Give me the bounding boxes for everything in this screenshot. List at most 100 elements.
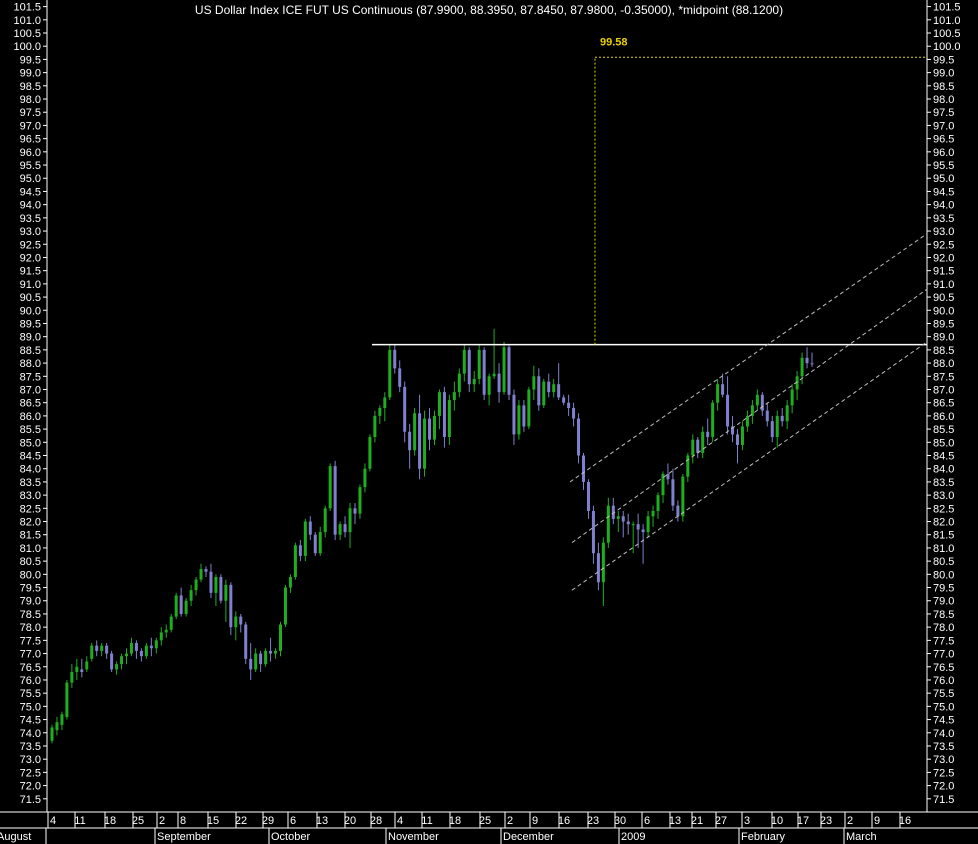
y-tick-label-left: 78.0 bbox=[20, 622, 41, 634]
candle-body bbox=[333, 466, 337, 535]
candle-body bbox=[229, 584, 233, 628]
x-day-label: 25 bbox=[479, 815, 491, 827]
x-day-label: 17 bbox=[797, 815, 809, 827]
candle-body bbox=[596, 553, 600, 583]
y-tick-label-right: 80.5 bbox=[933, 556, 954, 568]
candle-body bbox=[274, 650, 278, 654]
y-tick-label-left: 90.0 bbox=[20, 305, 41, 317]
candle-body bbox=[50, 727, 54, 741]
candle-body bbox=[85, 661, 89, 670]
candle-body bbox=[120, 656, 124, 665]
y-tick-label-right: 72.0 bbox=[933, 781, 954, 793]
candle-body bbox=[572, 407, 576, 419]
y-tick-label-left: 82.5 bbox=[20, 503, 41, 515]
candle-body bbox=[586, 481, 590, 511]
y-tick-label-left: 81.0 bbox=[20, 543, 41, 555]
y-tick-label-left: 87.5 bbox=[20, 371, 41, 383]
y-tick-label-right: 81.5 bbox=[933, 530, 954, 542]
candle-body bbox=[254, 653, 258, 670]
candle-body bbox=[497, 373, 501, 393]
channel-line bbox=[571, 288, 928, 544]
candle-body bbox=[318, 532, 322, 554]
y-tick-label-left: 95.0 bbox=[20, 173, 41, 185]
candle-body bbox=[457, 373, 461, 393]
y-tick-label-left: 90.5 bbox=[20, 292, 41, 304]
y-tick-label-right: 94.0 bbox=[933, 200, 954, 212]
x-day-label: 6 bbox=[644, 815, 650, 827]
candle-body bbox=[204, 569, 208, 572]
y-tick-label-right: 90.5 bbox=[933, 292, 954, 304]
channel-line bbox=[569, 233, 928, 483]
y-tick-label-right: 91.0 bbox=[933, 279, 954, 291]
candle-body bbox=[179, 595, 183, 614]
x-day-label: 27 bbox=[715, 815, 727, 827]
candle-body bbox=[278, 624, 282, 651]
y-tick-label-left: 84.0 bbox=[20, 464, 41, 476]
y-tick-label-right: 101.0 bbox=[933, 15, 961, 27]
x-day-label: 6 bbox=[290, 815, 296, 827]
y-tick-label-right: 82.0 bbox=[933, 517, 954, 529]
y-tick-label-left: 85.5 bbox=[20, 424, 41, 436]
candle-body bbox=[567, 402, 571, 408]
y-tick-label-left: 80.0 bbox=[20, 569, 41, 581]
candle-body bbox=[60, 714, 64, 725]
x-day-label: 22 bbox=[235, 815, 247, 827]
candle-body bbox=[770, 421, 774, 438]
y-tick-label-right: 79.5 bbox=[933, 583, 954, 595]
y-tick-label-left: 79.5 bbox=[20, 583, 41, 595]
y-tick-label-left: 87.0 bbox=[20, 384, 41, 396]
candle-body bbox=[790, 389, 794, 406]
y-tick-label-right: 76.5 bbox=[933, 662, 954, 674]
candle-body bbox=[100, 645, 104, 651]
x-month-label: March bbox=[846, 831, 877, 843]
y-tick-label-left: 99.5 bbox=[20, 54, 41, 66]
y-tick-label-right: 86.0 bbox=[933, 411, 954, 423]
candle-body bbox=[755, 394, 759, 406]
y-tick-label-right: 86.5 bbox=[933, 398, 954, 410]
y-tick-label-left: 101.5 bbox=[13, 2, 41, 14]
candle-body bbox=[234, 616, 238, 628]
candle-body bbox=[288, 576, 292, 588]
x-day-label: 21 bbox=[691, 815, 703, 827]
candle-body bbox=[472, 378, 476, 385]
x-day-label: 13 bbox=[316, 815, 328, 827]
candle-body bbox=[785, 405, 789, 422]
candle-body bbox=[428, 418, 432, 440]
y-tick-label-right: 82.5 bbox=[933, 503, 954, 515]
y-tick-label-right: 92.5 bbox=[933, 239, 954, 251]
candle-body bbox=[681, 476, 685, 517]
y-tick-label-right: 100.5 bbox=[933, 28, 961, 40]
y-tick-label-right: 97.0 bbox=[933, 120, 954, 132]
y-tick-label-right: 96.0 bbox=[933, 147, 954, 159]
candle-body bbox=[706, 431, 710, 438]
x-day-label: 23 bbox=[587, 815, 599, 827]
y-tick-label-right: 95.0 bbox=[933, 173, 954, 185]
candle-body bbox=[134, 642, 138, 651]
y-tick-label-left: 100.0 bbox=[13, 41, 41, 53]
y-tick-label-right: 101.5 bbox=[933, 2, 961, 14]
y-tick-label-left: 74.5 bbox=[20, 715, 41, 727]
candle-body bbox=[115, 664, 119, 670]
candle-body bbox=[239, 616, 243, 625]
candle-body bbox=[562, 397, 566, 403]
candle-body bbox=[606, 505, 610, 543]
candle-body bbox=[477, 349, 481, 379]
candle-body bbox=[398, 368, 402, 387]
candle-body bbox=[129, 642, 133, 654]
y-tick-label-right: 94.5 bbox=[933, 186, 954, 198]
x-day-label: 16 bbox=[899, 815, 911, 827]
y-tick-label-left: 77.0 bbox=[20, 649, 41, 661]
candle-body bbox=[139, 650, 143, 657]
x-day-label: 29 bbox=[262, 815, 274, 827]
x-day-label: 25 bbox=[132, 815, 144, 827]
candle-body bbox=[368, 437, 372, 469]
y-tick-label-left: 83.0 bbox=[20, 490, 41, 502]
y-tick-label-left: 82.0 bbox=[20, 517, 41, 529]
x-day-label: 9 bbox=[532, 815, 538, 827]
y-tick-label-right: 75.5 bbox=[933, 688, 954, 700]
candle-body bbox=[423, 418, 427, 469]
candle-body bbox=[780, 415, 784, 422]
y-tick-label-right: 74.5 bbox=[933, 715, 954, 727]
y-tick-label-left: 101.0 bbox=[13, 15, 41, 27]
x-day-label: 15 bbox=[207, 815, 219, 827]
